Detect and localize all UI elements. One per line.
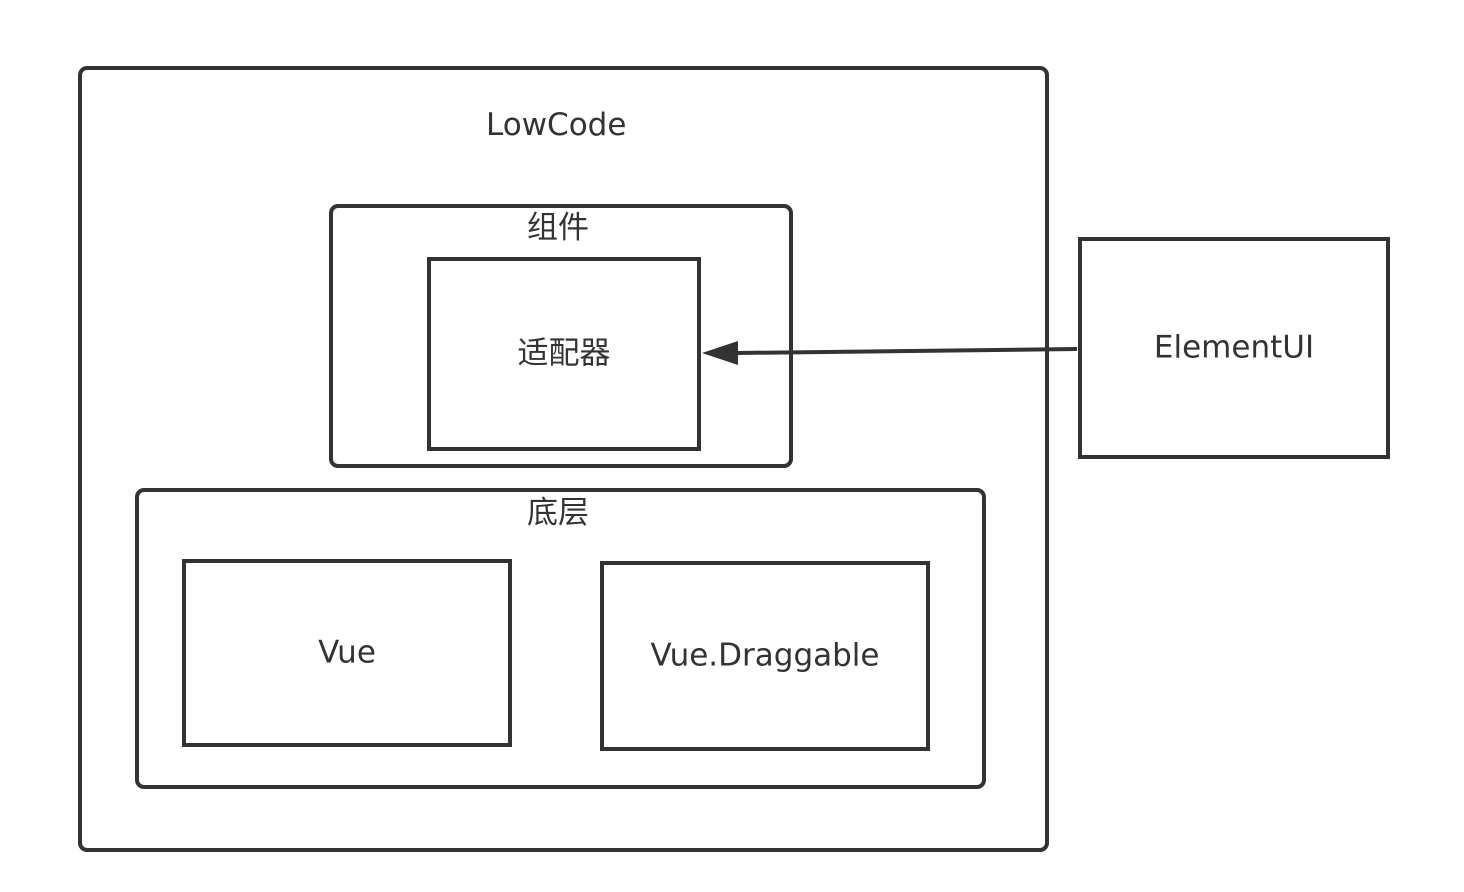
vue-label: Vue [318, 634, 376, 671]
adapter-box: 适配器 [427, 257, 701, 451]
lowcode-label: LowCode [486, 107, 627, 143]
element-ui-label: ElementUI [1153, 329, 1315, 366]
adapter-label: 适配器 [517, 335, 611, 372]
draggable-box: Vue.Draggable [600, 561, 930, 751]
element-ui-box: ElementUI [1078, 237, 1390, 459]
vue-box: Vue [182, 559, 512, 747]
draggable-label: Vue.Draggable [650, 637, 880, 674]
component-group-label: 组件 [527, 210, 589, 246]
base-group-label: 底层 [527, 495, 589, 531]
